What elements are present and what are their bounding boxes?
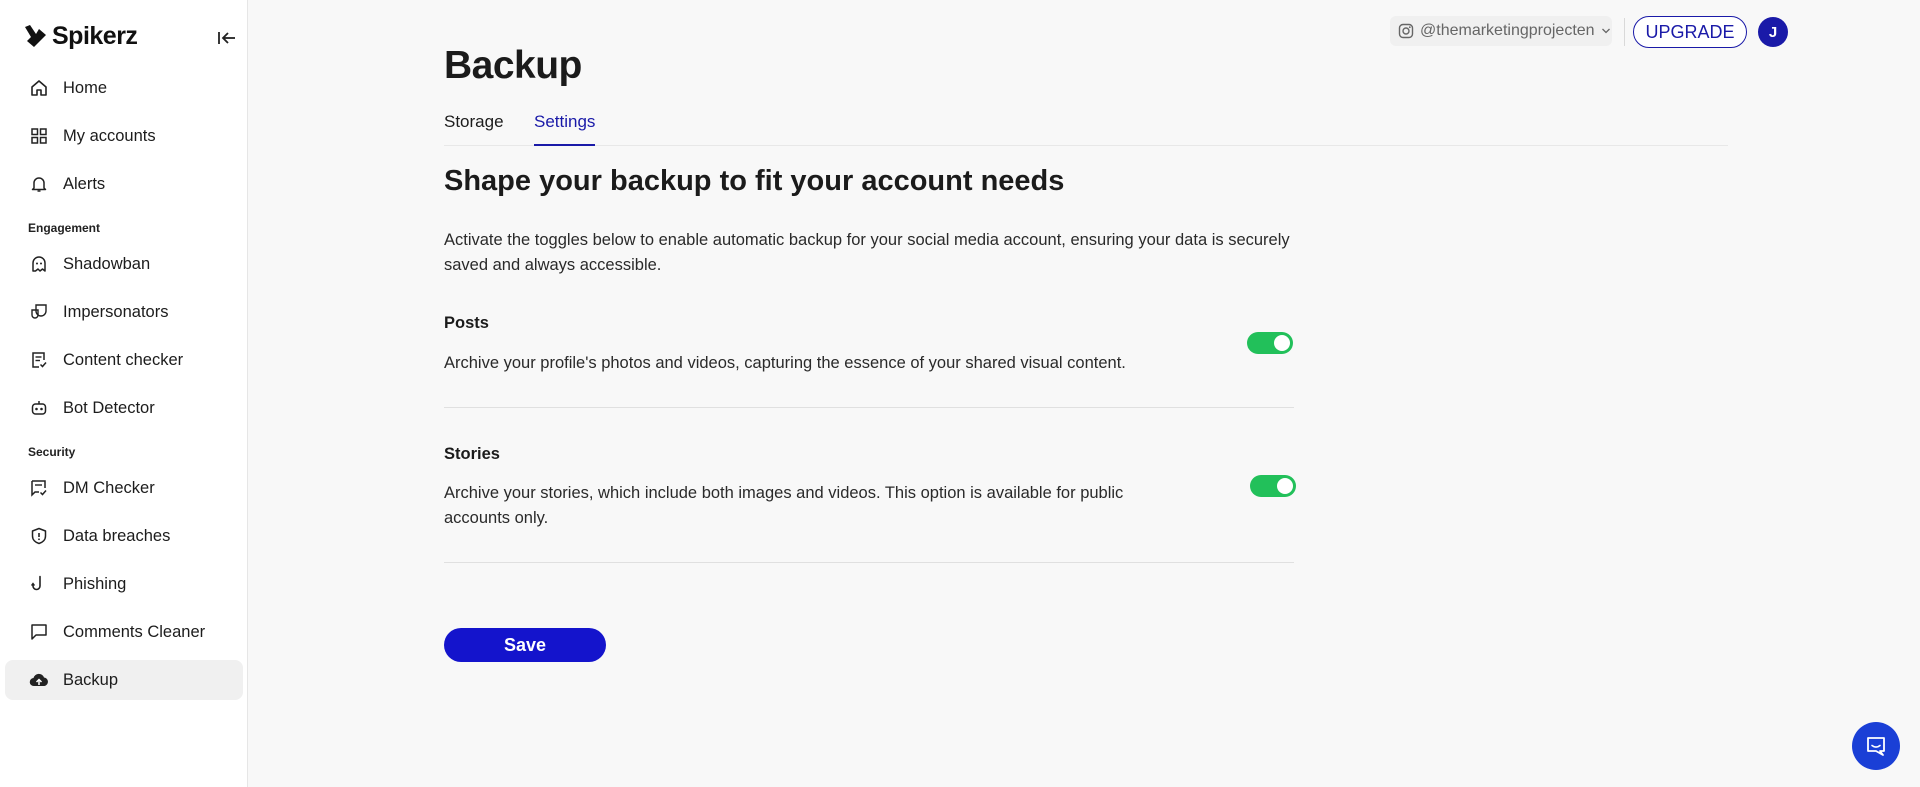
option-title-posts: Posts	[444, 314, 489, 332]
sidebar-item-bot-detector[interactable]: Bot Detector	[5, 388, 243, 428]
sidebar-item-my-accounts[interactable]: My accounts	[5, 116, 243, 156]
cloud-upload-icon	[29, 670, 49, 690]
shield-icon	[29, 526, 49, 546]
comment-icon	[29, 622, 49, 642]
sidebar-item-label: Content checker	[63, 350, 184, 369]
sidebar-item-label: DM Checker	[63, 478, 155, 497]
sidebar-item-label: Phishing	[63, 574, 127, 593]
chevron-down-icon	[1601, 28, 1610, 34]
sidebar-item-dm-checker[interactable]: DM Checker	[5, 468, 243, 508]
sidebar-item-phishing[interactable]: Phishing	[5, 564, 243, 604]
section-heading: Shape your backup to fit your account ne…	[444, 165, 1065, 197]
ghost-icon	[29, 254, 49, 274]
sidebar-item-comments-cleaner[interactable]: Comments Cleaner	[5, 612, 243, 652]
checklist-icon	[29, 350, 49, 370]
option-description-stories: Archive your stories, which include both…	[444, 484, 1124, 527]
topbar-divider	[1624, 18, 1625, 46]
tab-settings[interactable]: Settings	[534, 112, 596, 146]
sidebar-item-label: Comments Cleaner	[63, 622, 206, 641]
grid-icon	[29, 126, 49, 146]
sidebar-item-label: Home	[63, 78, 108, 97]
robot-icon	[29, 398, 49, 418]
masks-icon	[29, 302, 49, 322]
chat-support-button[interactable]	[1852, 722, 1900, 770]
page-title: Backup	[444, 44, 582, 87]
sidebar-item-label: Data breaches	[63, 526, 171, 545]
option-description-posts: Archive your profile's photos and videos…	[444, 354, 1126, 372]
sidebar: Spikerz Home My accounts Alerts Engageme…	[0, 0, 248, 787]
collapse-sidebar-button[interactable]	[214, 26, 240, 50]
divider	[444, 407, 1294, 408]
intro-text: Activate the toggles below to enable aut…	[444, 231, 1290, 274]
chat-icon	[1867, 737, 1885, 756]
sidebar-item-backup[interactable]: Backup	[5, 660, 243, 700]
toggle-knob	[1277, 478, 1293, 494]
account-selector[interactable]: @themarketingprojecten	[1390, 16, 1612, 46]
sidebar-item-label: Alerts	[63, 174, 106, 193]
brand-logo[interactable]: Spikerz	[22, 20, 138, 52]
hook-icon	[29, 574, 49, 594]
option-title-stories: Stories	[444, 445, 500, 463]
tab-bar: Storage Settings	[444, 110, 1728, 146]
nav-section-engagement: Engagement	[28, 221, 101, 235]
sidebar-item-alerts[interactable]: Alerts	[5, 164, 243, 204]
sidebar-item-label: My accounts	[63, 126, 156, 145]
message-check-icon	[29, 478, 49, 498]
divider	[444, 562, 1294, 563]
sidebar-item-label: Impersonators	[63, 302, 169, 321]
bell-icon	[29, 174, 49, 194]
tab-storage[interactable]: Storage	[444, 112, 504, 146]
sidebar-item-data-breaches[interactable]: Data breaches	[5, 516, 243, 556]
sidebar-item-impersonators[interactable]: Impersonators	[5, 292, 243, 332]
collapse-left-icon	[218, 32, 235, 44]
sidebar-item-label: Bot Detector	[63, 398, 155, 417]
avatar[interactable]: J	[1758, 17, 1788, 47]
sidebar-item-content-checker[interactable]: Content checker	[5, 340, 243, 380]
sidebar-item-home[interactable]: Home	[5, 68, 243, 108]
sidebar-item-label: Backup	[63, 670, 119, 689]
stories-toggle[interactable]	[1250, 475, 1296, 497]
spikerz-logo-icon	[25, 25, 46, 47]
instagram-icon	[1398, 23, 1414, 39]
save-button[interactable]: Save	[444, 628, 606, 662]
home-icon	[29, 78, 49, 98]
account-name: @themarketingprojecten	[1420, 22, 1595, 39]
nav-section-security: Security	[28, 445, 76, 459]
toggle-knob	[1274, 335, 1290, 351]
upgrade-button[interactable]: UPGRADE	[1633, 16, 1747, 48]
posts-toggle[interactable]	[1247, 332, 1293, 354]
sidebar-item-label: Shadowban	[63, 254, 151, 273]
sidebar-item-shadowban[interactable]: Shadowban	[5, 244, 243, 284]
brand-name: Spikerz	[52, 21, 138, 50]
